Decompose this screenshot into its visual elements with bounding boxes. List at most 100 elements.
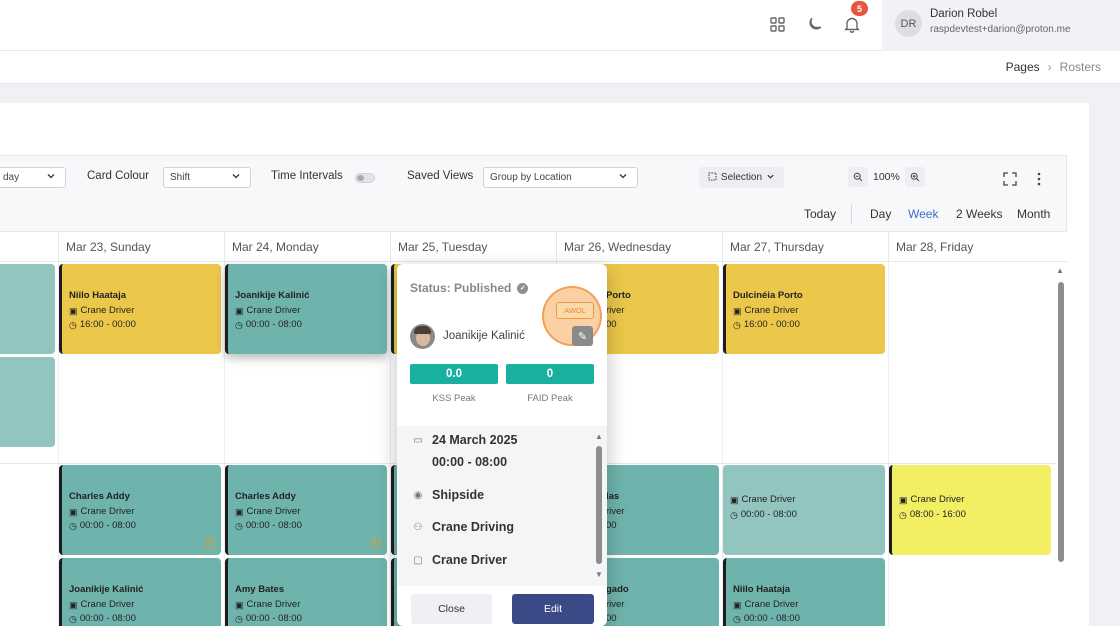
shift-time: 00 <box>606 613 617 624</box>
grid-icon[interactable] <box>766 13 788 35</box>
chevron-down-icon <box>766 172 775 184</box>
user-email: raspdevtest+darion@proton.me <box>930 24 1071 35</box>
grid-scrollbar[interactable]: ▲ <box>1056 262 1067 626</box>
edit-button[interactable]: Edit <box>512 594 594 624</box>
card-colour-select[interactable]: Shift <box>163 167 251 188</box>
shift-employee: las <box>606 491 620 502</box>
view-month-button[interactable]: Month <box>1017 207 1050 221</box>
breadcrumb-pages[interactable]: Pages <box>1006 60 1040 74</box>
shift-role: Crane Driver <box>246 505 301 517</box>
user-menu[interactable]: DR Darion Robel raspdevtest+darion@proto… <box>882 0 1120 51</box>
briefcase-icon: ▣ <box>69 506 78 517</box>
view-2-weeks-button[interactable]: 2 Weeks <box>956 207 1002 221</box>
day-select-value: day <box>3 172 20 183</box>
awol-button[interactable]: AWOL <box>556 302 594 319</box>
scroll-up-icon[interactable]: ▲ <box>1056 266 1064 275</box>
warning-icon[interactable]: ! <box>370 538 381 549</box>
chevron-down-icon <box>231 171 241 184</box>
pencil-icon[interactable]: ✎ <box>572 326 593 346</box>
shift-card[interactable]: Charles Addy ▣ Crane Driver ◷ 00:00 - 08:0… <box>59 465 221 555</box>
selection-icon <box>708 172 717 184</box>
breadcrumb-bar: Pages › Rosters <box>0 51 1120 84</box>
user-name: Darion Robel <box>930 8 998 20</box>
shift-role: Crane Driver <box>744 598 799 610</box>
zoom-out-icon[interactable] <box>848 167 868 187</box>
shift-employee: Dulcinéia Porto <box>733 290 803 301</box>
today-button[interactable]: Today <box>804 207 836 221</box>
map-pin-icon: ◉ <box>413 489 423 501</box>
shift-card[interactable]: Niilo Haataja ▣ Crane Driver ◷ 00:00 - 08:… <box>723 558 885 626</box>
selection-button[interactable]: Selection <box>699 167 784 188</box>
shift-status: Status: Published ✓ <box>410 281 529 295</box>
shift-card-selected[interactable]: Joanikije Kalinić ▣ Crane Driver ◷ 00:00 -… <box>225 264 387 354</box>
scroll-up-icon[interactable]: ▲ <box>595 432 603 441</box>
shift-role: river <box>606 304 625 316</box>
calendar-icon: ▭ <box>413 434 423 446</box>
day-header: Mar 28, Friday <box>888 232 1055 262</box>
shift-activity: Crane Driving <box>432 520 514 534</box>
shift-role: Crane Driver <box>432 553 508 567</box>
employee-name: Joanikije Kalinić <box>443 330 525 342</box>
shift-role: Crane Driver <box>744 304 799 316</box>
clock-icon: ◷ <box>235 320 243 330</box>
fullscreen-icon[interactable] <box>1003 169 1017 189</box>
shift-role: Crane Driver <box>246 598 301 610</box>
clock-icon: ◷ <box>730 509 738 520</box>
briefcase-icon: ▣ <box>235 506 244 517</box>
shift-employee: gado <box>606 584 629 595</box>
shift-card[interactable]: Amy Bates ▣ Crane Driver ◷ 00:00 - 08:00 <box>225 558 387 626</box>
shift-card[interactable] <box>0 357 55 447</box>
more-options-icon[interactable] <box>1037 169 1041 189</box>
shift-employee: Niilo Haataja <box>733 584 791 595</box>
moon-icon[interactable] <box>804 13 826 35</box>
shift-card[interactable]: Joanikije Kalinić ▣ Crane Driver ◷ 00:00 -… <box>59 558 221 626</box>
clock-icon: ◷ <box>235 614 243 624</box>
day-header-row: Mar 23, Sunday Mar 24, Monday Mar 25, Tu… <box>0 231 1067 262</box>
clock-icon: ◷ <box>733 320 741 330</box>
top-bar: 5 DR Darion Robel raspdevtest+darion@pro… <box>0 0 1120 51</box>
breadcrumb: Pages › Rosters <box>1006 60 1101 74</box>
briefcase-icon: ▣ <box>730 495 739 505</box>
zoom-in-icon[interactable] <box>904 167 925 187</box>
clock-icon: ◷ <box>733 614 741 624</box>
shift-time: 08:00 - 16:00 <box>909 508 966 520</box>
shift-card[interactable]: Dulcinéia Porto ▣ Crane Driver ◷ 16:00 - 0… <box>723 264 885 354</box>
shift-card[interactable]: Charles Addy ▣ Crane Driver ◷ 00:00 - 08:0… <box>225 465 387 555</box>
avatar: DR <box>895 10 922 37</box>
shift-role: Crane Driver <box>80 505 135 517</box>
warning-icon[interactable]: ! <box>204 538 215 549</box>
shift-card[interactable] <box>0 264 55 354</box>
notification-count-badge: 5 <box>851 1 868 16</box>
day-select[interactable]: day <box>0 167 66 188</box>
kss-peak-value: 0.0 <box>410 364 498 384</box>
shift-time: 16:00 - 00:00 <box>743 319 800 330</box>
view-week-button[interactable]: Week <box>908 207 938 221</box>
day-header: Mar 24, Monday <box>224 232 390 262</box>
time-intervals-toggle[interactable] <box>355 173 375 183</box>
saved-views-select[interactable]: Group by Location <box>483 167 638 188</box>
popup-scrollbar[interactable]: ▲ ▼ <box>595 432 603 582</box>
shift-time: 00 <box>606 520 617 531</box>
view-day-button[interactable]: Day <box>870 207 891 221</box>
shift-card-open[interactable]: ▣ Crane Driver ◷ 00:00 - 08:00 <box>723 465 885 555</box>
day-header: Mar 25, Tuesday <box>390 232 556 262</box>
scroll-thumb[interactable] <box>1058 282 1064 562</box>
briefcase-icon: ▣ <box>733 305 742 316</box>
kss-peak-label: KSS Peak <box>432 393 476 404</box>
shift-time: 00:00 - 08:00 <box>245 319 302 330</box>
shift-time-row: 00:00 - 08:00 <box>432 455 507 469</box>
shift-card[interactable]: Niilo Haataja ▣ Crane Driver ◷ 16:00 - 00:… <box>59 264 221 354</box>
card-colour-label: Card Colour <box>87 170 149 182</box>
scroll-down-icon[interactable]: ▼ <box>595 570 603 579</box>
shift-role-row: ▢ Crane Driver <box>413 553 507 567</box>
close-button[interactable]: Close <box>411 594 492 624</box>
popup-scroll-thumb[interactable] <box>596 446 602 564</box>
roster-toolbar: day Card Colour Shift Time Intervals Sav… <box>0 155 1067 231</box>
shift-time: 16:00 - 00:00 <box>79 319 136 330</box>
shift-card-open[interactable]: ▣ Crane Driver ◷ 08:00 - 16:00 <box>889 465 1051 555</box>
shift-employee: Joanikije Kalinić <box>235 290 310 301</box>
shift-time: 00:00 - 08:00 <box>79 520 136 531</box>
shift-details: ▭ 24 March 2025 00:00 - 08:00 ◉ Shipside… <box>397 426 607 586</box>
shift-employee: Joanikije Kalinić <box>69 584 144 595</box>
bell-icon[interactable] <box>841 13 863 35</box>
